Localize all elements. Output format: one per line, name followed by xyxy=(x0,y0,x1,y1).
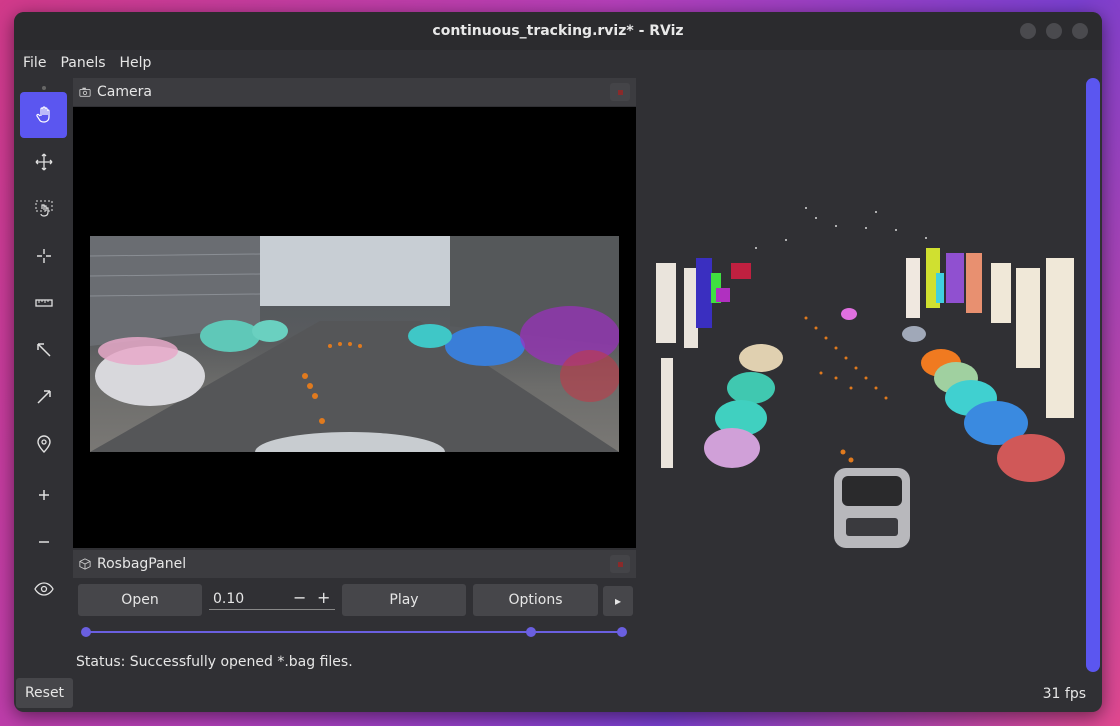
move-arrows-icon xyxy=(35,153,52,171)
timeline-slider[interactable] xyxy=(76,626,632,638)
title-bar: continuous_tracking.rviz* - RViz xyxy=(14,12,1102,50)
camera-panel-title: Camera xyxy=(97,84,152,100)
timeline-track xyxy=(86,631,622,633)
camera-scene xyxy=(90,236,619,452)
window-controls xyxy=(1020,23,1088,39)
tools-toolbar xyxy=(20,86,68,670)
close-button[interactable] xyxy=(1072,23,1088,39)
rate-increment-button[interactable]: + xyxy=(317,588,330,607)
timeline-end-handle[interactable] xyxy=(617,627,627,637)
tool-add[interactable] xyxy=(20,472,67,518)
rosbag-panel-title: RosbagPanel xyxy=(97,556,187,572)
minimize-button[interactable] xyxy=(1020,23,1036,39)
tool-remove[interactable] xyxy=(20,519,67,565)
plus-icon xyxy=(38,490,49,500)
tool-select[interactable] xyxy=(20,186,67,232)
tool-2d-pose-estimate[interactable] xyxy=(20,327,67,373)
close-icon xyxy=(617,561,623,567)
close-icon xyxy=(617,89,623,95)
rosbag-panel-close-button[interactable] xyxy=(610,555,630,573)
tool-move-camera[interactable] xyxy=(20,139,67,185)
toolbar-grip-dot xyxy=(42,86,46,90)
select-hand-icon xyxy=(35,200,52,217)
menu-bar: File Panels Help xyxy=(14,50,1102,76)
window-title: continuous_tracking.rviz* - RViz xyxy=(432,23,684,39)
timeline-current-handle[interactable] xyxy=(525,627,536,637)
tool-measure[interactable] xyxy=(20,280,67,326)
camera-panel-header: Camera xyxy=(73,78,636,106)
more-button[interactable]: ▸ xyxy=(603,586,633,616)
options-button[interactable]: Options xyxy=(473,584,598,616)
hand-icon xyxy=(35,106,50,123)
rviz-window: continuous_tracking.rviz* - RViz File Pa… xyxy=(14,12,1102,712)
point-cloud-scene xyxy=(656,207,1074,548)
crosshair-icon xyxy=(36,249,51,263)
status-text: Status: Successfully opened *.bag files. xyxy=(76,654,353,670)
camera-image xyxy=(90,236,619,452)
play-button[interactable]: Play xyxy=(342,584,466,616)
map-pin-icon xyxy=(36,435,51,453)
eye-icon xyxy=(33,582,54,596)
tool-focus-camera[interactable] xyxy=(20,233,67,279)
camera-panel-close-button[interactable] xyxy=(610,83,630,101)
menu-help[interactable]: Help xyxy=(120,55,152,71)
camera-icon xyxy=(79,87,91,97)
ruler-icon xyxy=(34,299,53,307)
maximize-button[interactable] xyxy=(1046,23,1062,39)
tool-2d-nav-goal[interactable] xyxy=(20,374,67,420)
tool-view[interactable] xyxy=(20,566,67,612)
rosbag-controls: Open 0.10 − + Play Options ▸ xyxy=(73,578,636,618)
3d-render-view[interactable] xyxy=(636,78,1086,678)
open-button[interactable]: Open xyxy=(78,584,202,616)
timeline-start-handle[interactable] xyxy=(81,627,91,637)
arrow-up-right-icon xyxy=(36,390,51,404)
arrow-up-left-icon xyxy=(36,343,51,357)
fps-readout: 31 fps xyxy=(1042,686,1086,702)
rate-decrement-button[interactable]: − xyxy=(293,588,306,607)
minus-icon xyxy=(38,541,49,543)
menu-file[interactable]: File xyxy=(23,55,46,71)
cube-icon xyxy=(79,558,91,570)
menu-panels[interactable]: Panels xyxy=(60,55,105,71)
right-dock-splitter[interactable] xyxy=(1086,78,1100,672)
camera-view[interactable] xyxy=(73,107,636,548)
reset-button[interactable]: Reset xyxy=(16,678,73,708)
tool-interact[interactable] xyxy=(20,86,67,138)
rosbag-panel-header: RosbagPanel xyxy=(73,550,636,578)
tool-publish-point[interactable] xyxy=(20,421,67,467)
